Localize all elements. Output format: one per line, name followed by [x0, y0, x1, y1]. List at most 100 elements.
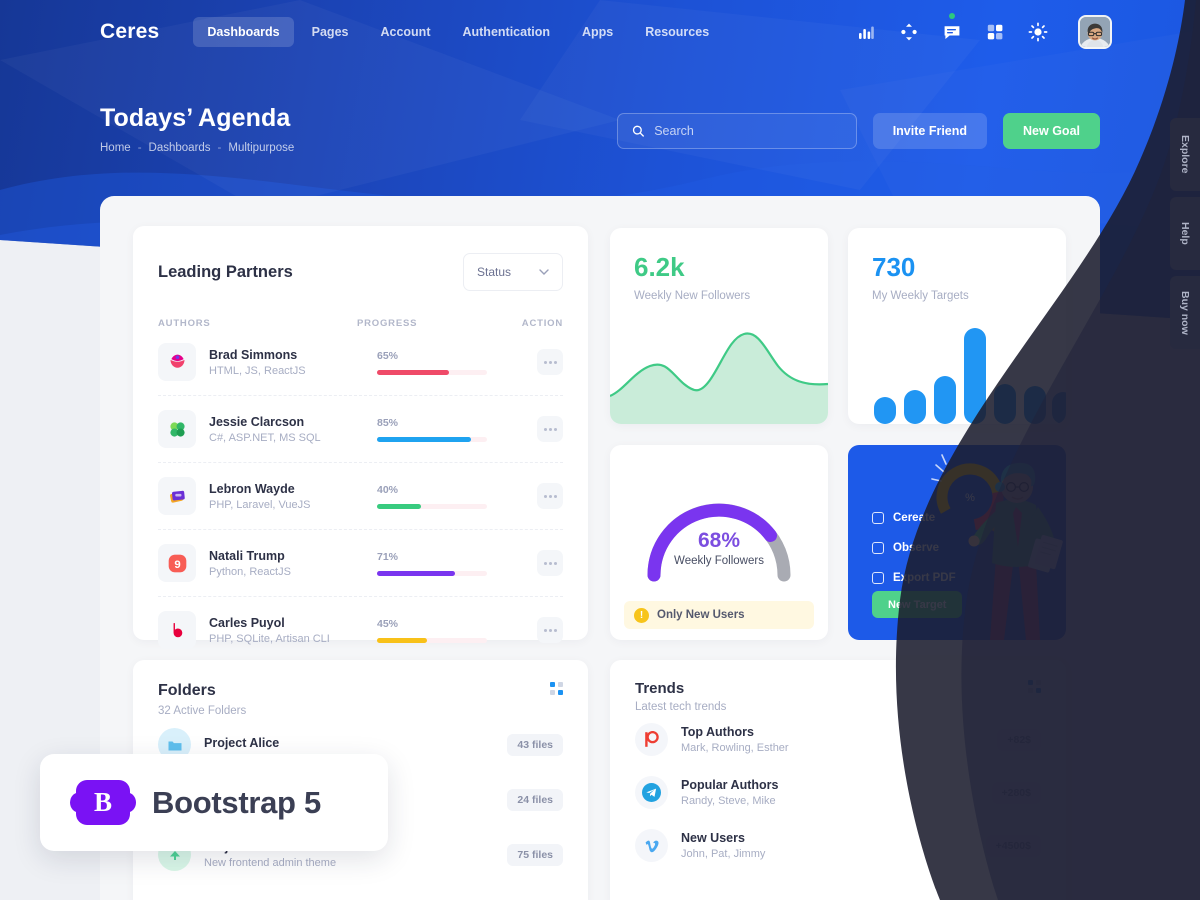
- top-navigation: Ceres Dashboards Pages Account Authentic…: [0, 0, 1200, 63]
- checkbox-icon[interactable]: [872, 542, 884, 554]
- nav-item-apps[interactable]: Apps: [568, 17, 627, 47]
- row-actions-button[interactable]: [537, 416, 563, 442]
- progress-track: [377, 637, 487, 643]
- stat-value: 730: [872, 252, 916, 282]
- trend-name: New Users: [681, 831, 745, 845]
- author-name: Carles Puyol: [209, 615, 285, 630]
- checkbox-icon[interactable]: [872, 572, 884, 584]
- cards-logo-icon: [158, 477, 196, 515]
- gauge-alert: ! Only New Users: [624, 601, 814, 629]
- gauge-alert-text: Only New Users: [657, 609, 745, 621]
- row-actions-button[interactable]: [537, 483, 563, 509]
- progress-percent: 85%: [377, 416, 399, 429]
- author-cell: Brad Simmons HTML, JS, ReactJS: [209, 348, 377, 377]
- notification-dot: [949, 12, 955, 19]
- chevron-down-icon: [539, 268, 549, 275]
- folder-file-count: 24 files: [507, 788, 563, 811]
- nav-item-resources[interactable]: Resources: [631, 17, 723, 47]
- folder-name: Project Alice: [204, 736, 280, 750]
- progress-fill: [377, 570, 455, 576]
- checkbox-icon[interactable]: [872, 512, 884, 524]
- trend-amount: +280$: [991, 781, 1041, 804]
- progress-track: [377, 436, 487, 442]
- nav-item-authentication[interactable]: Authentication: [448, 17, 564, 47]
- vimeo-icon: [635, 829, 668, 862]
- sun-brightness-icon[interactable]: [1028, 22, 1048, 42]
- progress-fill: [377, 503, 421, 509]
- breadcrumb-home[interactable]: Home: [100, 142, 131, 154]
- brand-logo[interactable]: Ceres: [100, 20, 159, 44]
- author-skills: PHP, Laravel, VueJS: [209, 498, 311, 511]
- table-row[interactable]: Lebron Wayde PHP, Laravel, VueJS 40%: [158, 463, 563, 530]
- progress-cell: 45%: [377, 618, 537, 643]
- b-logo-icon: [158, 611, 196, 649]
- list-item[interactable]: Popular Authors Randy, Steve, Mike +280$: [610, 766, 1066, 819]
- new-target-button[interactable]: New Target: [872, 591, 963, 618]
- trend-amount: +4500$: [985, 834, 1041, 857]
- grid-squares-icon[interactable]: [985, 22, 1005, 42]
- folder-file-count: 43 files: [507, 733, 563, 756]
- checklist-item-observe[interactable]: Observe: [872, 542, 956, 554]
- row-actions-button[interactable]: [537, 617, 563, 643]
- breadcrumb-separator: -: [217, 142, 222, 154]
- progress-cell: 40%: [377, 484, 537, 509]
- progress-percent: 71%: [377, 550, 399, 563]
- trends-header: Trends Latest tech trends: [610, 660, 1066, 713]
- chat-bubble-icon[interactable]: [942, 12, 962, 42]
- nav-item-account[interactable]: Account: [366, 17, 444, 47]
- row-actions-button[interactable]: [537, 349, 563, 375]
- author-name: Lebron Wayde: [209, 481, 295, 496]
- progress-fill: [377, 436, 471, 442]
- row-actions-button[interactable]: [537, 550, 563, 576]
- breadcrumb-multipurpose[interactable]: Multipurpose: [228, 142, 294, 154]
- checklist-label: Export PDF: [893, 572, 956, 584]
- grid-dots-icon[interactable]: [1028, 680, 1041, 693]
- nav-links: Dashboards Pages Account Authentication …: [193, 16, 723, 47]
- side-tab-help[interactable]: Help: [1170, 197, 1200, 270]
- author-name: Jessie Clarcson: [209, 414, 305, 429]
- column-progress: PROGRESS: [357, 318, 418, 329]
- side-tab-buy-now[interactable]: Buy now: [1170, 276, 1200, 349]
- table-row[interactable]: Brad Simmons HTML, JS, ReactJS 65%: [158, 329, 563, 396]
- progress-track: [377, 503, 487, 509]
- partners-table: AUTHORS PROGRESS ACTION Brad Simmons HTM…: [133, 318, 588, 663]
- grid-dots-icon[interactable]: [550, 682, 563, 695]
- checklist-item-export-pdf[interactable]: Export PDF: [872, 572, 956, 584]
- author-cell: Natali Trump Python, ReactJS: [209, 549, 377, 578]
- folders-title: Folders: [158, 682, 216, 699]
- folders-subtitle: 32 Active Folders: [158, 705, 247, 717]
- chart-bars-icon[interactable]: [856, 22, 876, 42]
- area-spark-chart: [610, 332, 828, 424]
- progress-cell: 71%: [377, 551, 537, 576]
- tulip-logo-icon: [158, 343, 196, 381]
- author-name: Natali Trump: [209, 548, 285, 563]
- folder-desc: New frontend admin theme: [204, 857, 337, 869]
- nav-item-pages[interactable]: Pages: [298, 17, 363, 47]
- list-item[interactable]: Top Authors Mark, Rowling, Esther +82$: [610, 713, 1066, 766]
- trend-people: John, Pat, Jimmy: [681, 848, 766, 860]
- progress-percent: 40%: [377, 483, 399, 496]
- folder-file-count: 75 files: [507, 843, 563, 866]
- status-filter-select[interactable]: Status: [463, 253, 563, 291]
- author-skills: C#, ASP.NET, MS SQL: [209, 431, 321, 444]
- list-item[interactable]: New Users John, Pat, Jimmy +4500$: [610, 819, 1066, 872]
- warning-icon: !: [634, 607, 649, 623]
- gauge-percent: 68%: [697, 529, 741, 552]
- stat-value: 6.2k: [634, 252, 685, 282]
- invite-friend-button[interactable]: Invite Friend: [872, 113, 988, 149]
- search-input[interactable]: [654, 124, 842, 138]
- table-row[interactable]: Jessie Clarcson C#, ASP.NET, MS SQL 85%: [158, 396, 563, 463]
- breadcrumb-dashboards[interactable]: Dashboards: [149, 142, 211, 154]
- new-goal-button[interactable]: New Goal: [1003, 113, 1100, 149]
- checklist-item-cereate[interactable]: Cereate: [872, 512, 956, 524]
- patreon-icon: [635, 723, 668, 756]
- move-arrows-icon[interactable]: [899, 22, 919, 42]
- user-avatar[interactable]: [1078, 14, 1112, 49]
- search-box[interactable]: [616, 113, 857, 149]
- table-row[interactable]: 9 Natali Trump Python, ReactJS 71%: [158, 530, 563, 597]
- table-row[interactable]: Carles Puyol PHP, SQLite, Artisan CLI 45…: [158, 597, 563, 663]
- side-tab-explore[interactable]: Explore: [1170, 118, 1200, 191]
- status-filter-label: Status: [477, 265, 512, 279]
- nav-item-dashboards[interactable]: Dashboards: [193, 16, 294, 47]
- leading-partners-card: Leading Partners Status AUTHORS PROGRESS…: [133, 226, 588, 649]
